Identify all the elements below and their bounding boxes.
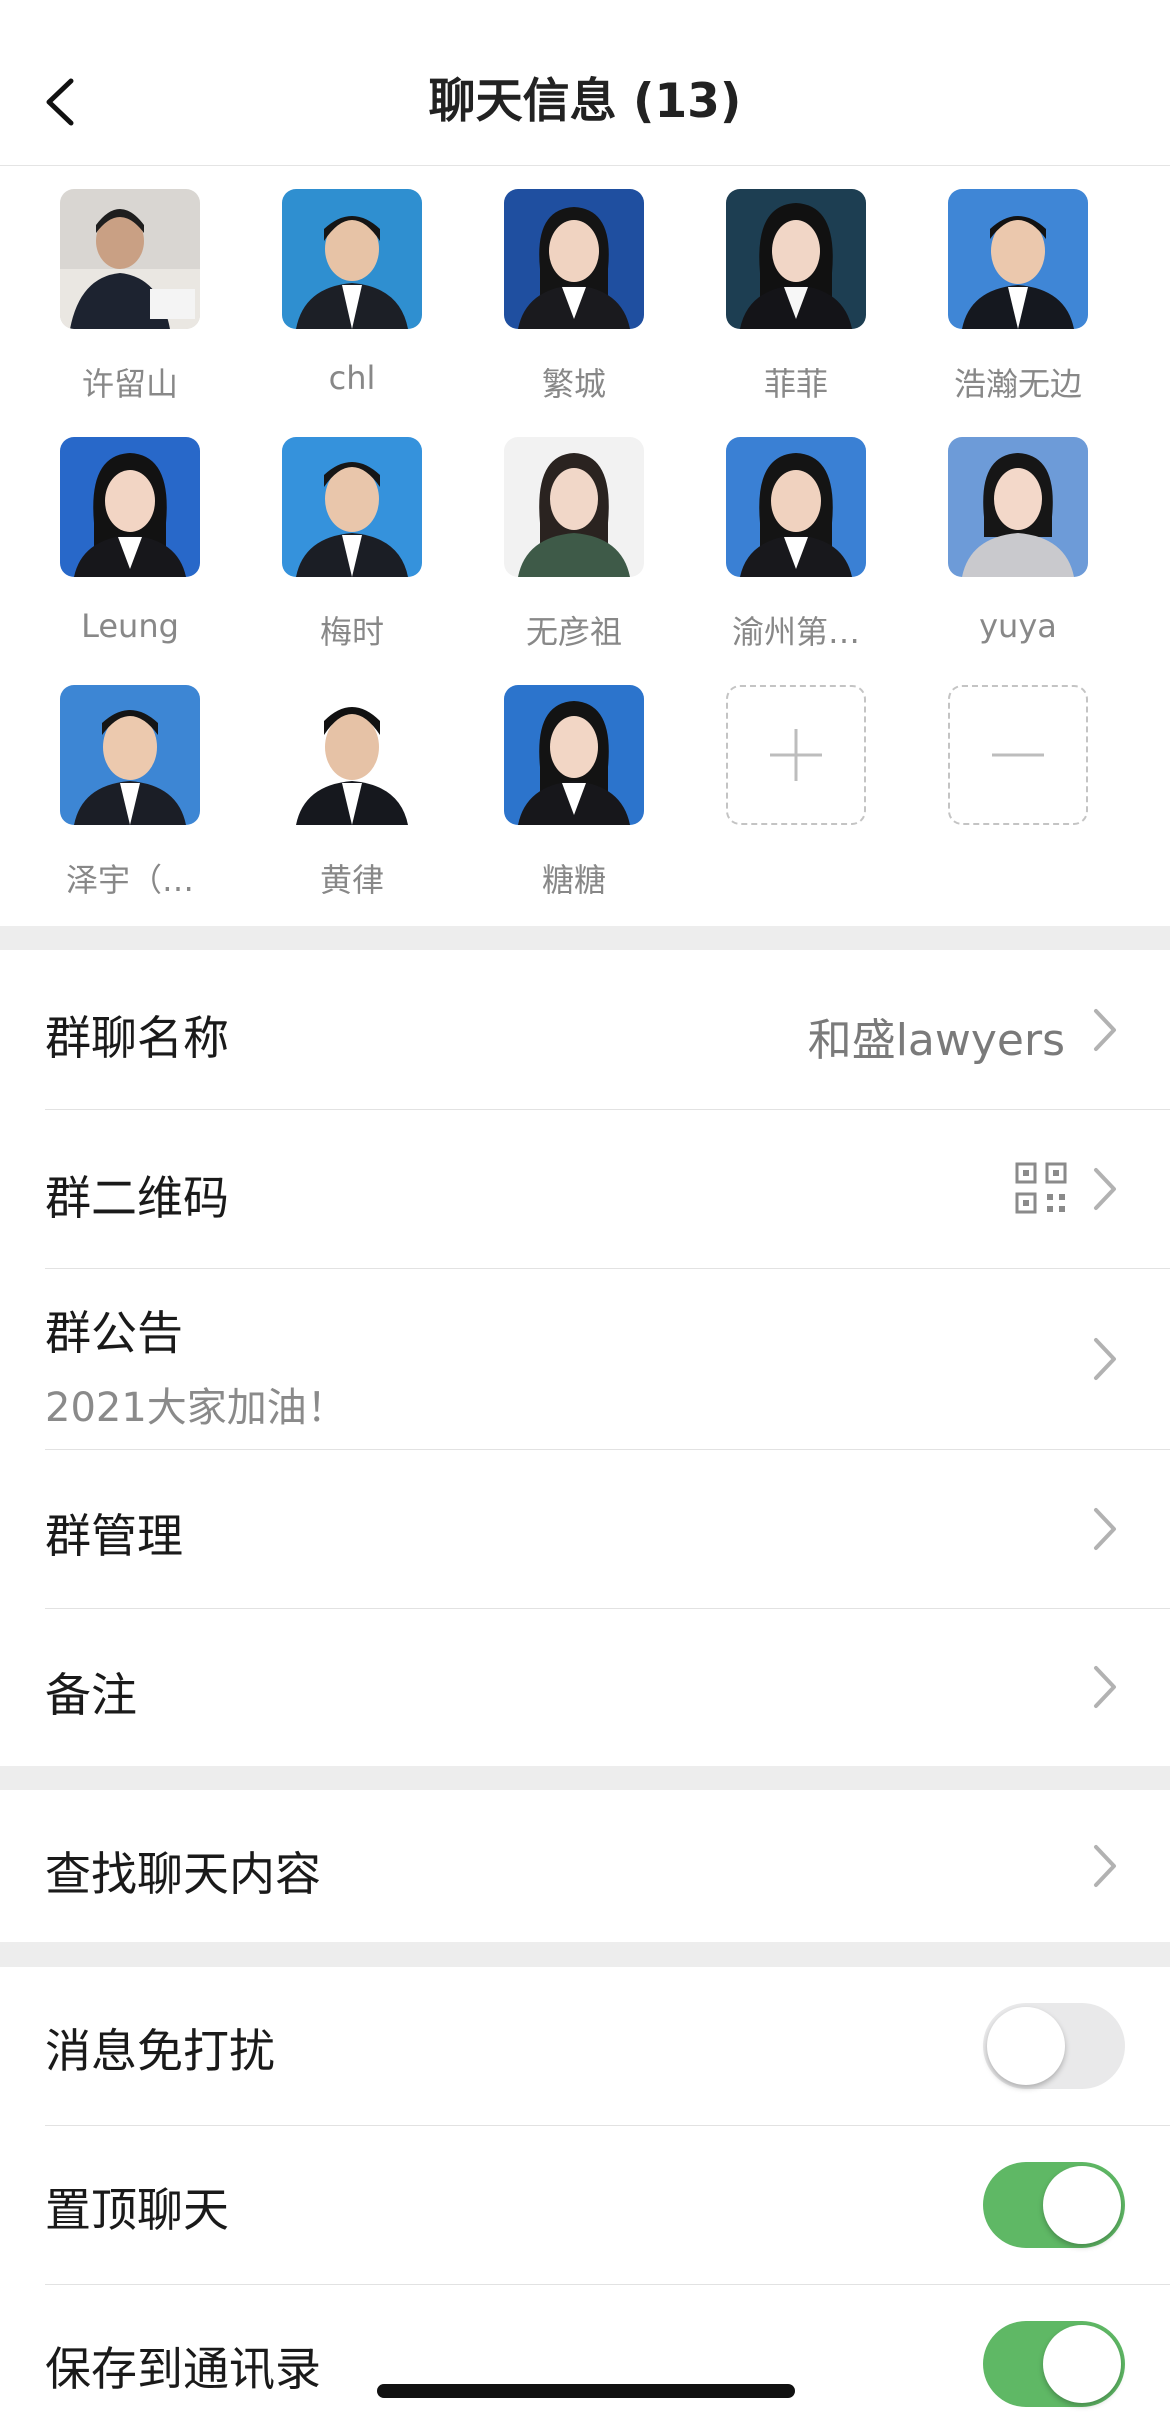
member-name: Leung [81, 607, 179, 645]
save-contacts-row: 保存到通讯录 [0, 2285, 1170, 2425]
avatar[interactable] [282, 437, 422, 577]
group-name-label: 群聊名称 [45, 1011, 229, 1065]
avatar[interactable] [948, 189, 1088, 329]
avatar[interactable] [60, 685, 200, 825]
add-member-button[interactable] [706, 685, 886, 905]
avatar[interactable] [726, 437, 866, 577]
page-title: 聊天信息 (13) [428, 74, 742, 129]
member-name: yuya [979, 607, 1057, 645]
chevron-right-icon [1094, 1338, 1116, 1380]
member-item[interactable]: 无彦祖 [484, 437, 664, 657]
member-item[interactable]: 糖糖 [484, 685, 664, 905]
member-name: 泽宇（… [65, 861, 194, 899]
member-name: 糖糖 [541, 861, 606, 899]
member-item[interactable]: 渝州第… [706, 437, 886, 657]
minus-icon [992, 753, 1044, 757]
search-history-label: 查找聊天内容 [45, 1847, 321, 1901]
group-management-label: 群管理 [45, 1509, 183, 1563]
member-name: 渝州第… [731, 613, 860, 651]
group-management-row[interactable]: 群管理 [0, 1450, 1170, 1608]
mute-label: 消息免打扰 [45, 2024, 275, 2078]
pin-label: 置顶聊天 [45, 2183, 229, 2237]
remove-member-button[interactable] [928, 685, 1108, 905]
chevron-right-icon [1094, 1009, 1116, 1051]
home-indicator [377, 2384, 795, 2398]
member-name: 菲菲 [763, 365, 828, 403]
avatar[interactable] [504, 189, 644, 329]
pin-toggle[interactable] [983, 2162, 1125, 2248]
avatar[interactable] [60, 189, 200, 329]
group-qr-label: 群二维码 [45, 1171, 229, 1225]
avatar[interactable] [726, 189, 866, 329]
toggle-knob [987, 2007, 1065, 2085]
mute-toggle[interactable] [983, 2003, 1125, 2089]
group-name-row[interactable]: 群聊名称 和盛lawyers [0, 950, 1170, 1110]
member-name: 黄律 [319, 861, 384, 899]
member-name: 浩瀚无边 [953, 365, 1082, 403]
toggle-knob [1043, 2166, 1121, 2244]
announcement-row[interactable]: 群公告 2021大家加油！ [0, 1269, 1170, 1449]
search-section: 查找聊天内容 [0, 1790, 1170, 1942]
nav-bar: 聊天信息 (13) [0, 0, 1170, 166]
plus-icon [770, 729, 822, 781]
group-info-section: 群聊名称 和盛lawyers 群二维码 群公告 2021大家加油！ 群管理 备注 [0, 950, 1170, 1766]
member-item[interactable]: chl [262, 189, 442, 409]
search-history-row[interactable]: 查找聊天内容 [0, 1790, 1170, 1942]
toggle-section: 消息免打扰 置顶聊天 保存到通讯录 [0, 1967, 1170, 2425]
chevron-right-icon [1094, 1508, 1116, 1550]
pin-row: 置顶聊天 [0, 2126, 1170, 2284]
member-name: 许留山 [81, 365, 178, 403]
save-contacts-toggle[interactable] [983, 2321, 1125, 2407]
member-item[interactable]: 泽宇（… [40, 685, 220, 905]
toggle-knob [1043, 2325, 1121, 2403]
member-item[interactable]: 菲菲 [706, 189, 886, 409]
announcement-label: 群公告 [45, 1306, 183, 1360]
chevron-right-icon [1094, 1168, 1116, 1210]
save-contacts-label: 保存到通讯录 [45, 2342, 321, 2396]
qr-code-icon [1015, 1162, 1067, 1214]
member-name: chl [328, 359, 376, 397]
mute-row: 消息免打扰 [0, 1967, 1170, 2125]
member-item[interactable]: 黄律 [262, 685, 442, 905]
group-name-value: 和盛lawyers [807, 1015, 1065, 1066]
avatar[interactable] [504, 437, 644, 577]
avatar[interactable] [948, 437, 1088, 577]
announcement-text: 2021大家加油！ [45, 1385, 347, 1431]
avatar[interactable] [282, 189, 422, 329]
member-item[interactable]: 繁城 [484, 189, 664, 409]
avatar[interactable] [282, 685, 422, 825]
chevron-right-icon [1094, 1666, 1116, 1708]
remark-row[interactable]: 备注 [0, 1609, 1170, 1766]
avatar[interactable] [504, 685, 644, 825]
member-item[interactable]: 梅时 [262, 437, 442, 657]
member-name: 繁城 [541, 365, 606, 403]
member-name: 无彦祖 [525, 613, 622, 651]
avatar[interactable] [60, 437, 200, 577]
member-item[interactable]: Leung [40, 437, 220, 657]
member-grid: 许留山 chl 繁城 菲菲 浩瀚无边 Leung 梅时 无彦祖 渝州第… yuy… [0, 166, 1170, 926]
member-name: 梅时 [319, 613, 384, 651]
remark-label: 备注 [45, 1668, 137, 1722]
member-item[interactable]: yuya [928, 437, 1108, 657]
member-item[interactable]: 浩瀚无边 [928, 189, 1108, 409]
chevron-right-icon [1094, 1845, 1116, 1887]
member-item[interactable]: 许留山 [40, 189, 220, 409]
group-qr-row[interactable]: 群二维码 [0, 1110, 1170, 1268]
